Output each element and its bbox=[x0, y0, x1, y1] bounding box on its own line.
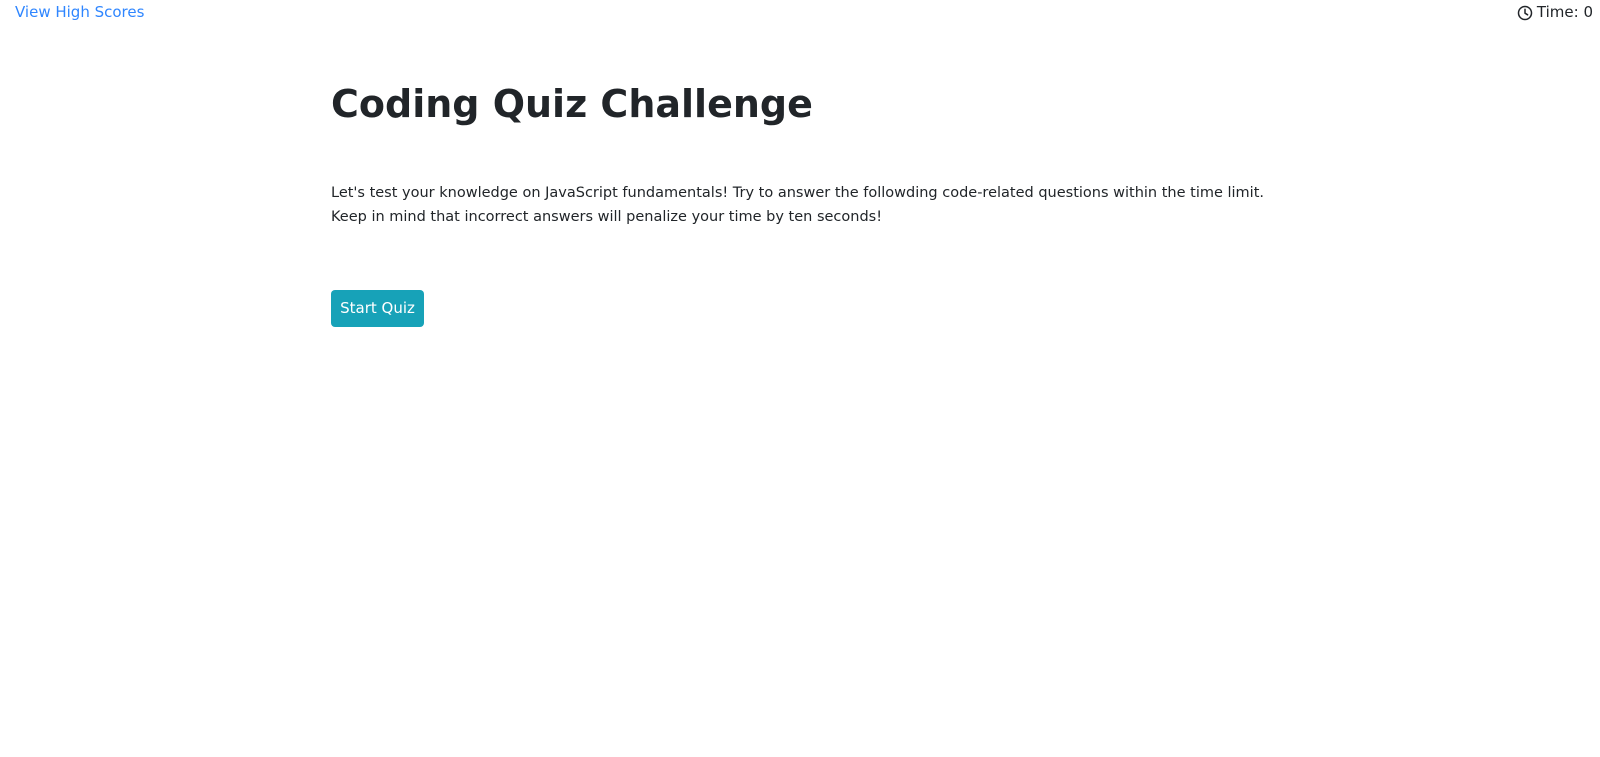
instructions-line-1: Let's test your knowledge on JavaScript … bbox=[331, 185, 1265, 201]
start-quiz-button[interactable]: Start Quiz bbox=[331, 290, 424, 327]
instructions-line-2: Keep in mind that incorrect answers will… bbox=[331, 209, 883, 225]
quiz-instructions: Let's test your knowledge on JavaScript … bbox=[331, 181, 1265, 229]
top-bar: View High Scores Time: 0 bbox=[0, 0, 1600, 26]
quiz-page: View High Scores Time: 0 Coding Quiz Cha… bbox=[0, 0, 1600, 757]
timer-label: Time: 0 bbox=[1536, 3, 1593, 21]
timer: Time: 0 bbox=[1517, 3, 1593, 22]
clock-icon bbox=[1517, 5, 1533, 21]
view-high-scores-link[interactable]: View High Scores bbox=[15, 3, 144, 22]
page-title: Coding Quiz Challenge bbox=[331, 82, 813, 126]
